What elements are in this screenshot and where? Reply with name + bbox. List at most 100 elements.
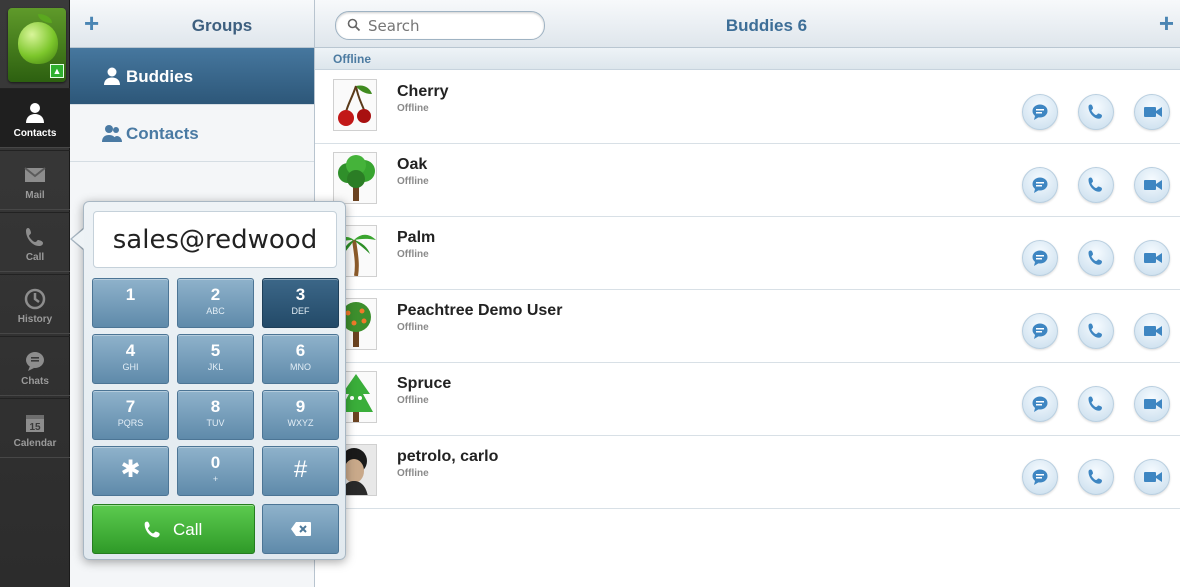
buddy-list: Cherry Offline Oak Offline Palm Offline … <box>315 71 1180 509</box>
key-hash[interactable]: # <box>262 446 339 496</box>
buddy-row[interactable]: Palm Offline <box>315 217 1180 290</box>
rail-item-contacts[interactable]: Contacts <box>0 88 70 148</box>
chat-bubble-icon <box>1032 177 1048 193</box>
person-icon <box>26 103 44 123</box>
buddy-status: Offline <box>397 249 429 260</box>
buddy-row[interactable]: Peachtree Demo User Offline <box>315 290 1180 363</box>
rail-item-call[interactable]: Call <box>0 212 70 272</box>
video-call-button[interactable] <box>1134 386 1170 422</box>
clock-icon <box>24 288 46 310</box>
call-button[interactable]: Call <box>92 504 255 554</box>
key-digit: 0 <box>210 453 221 472</box>
nav-rail: ▲ Contacts Mail Call History Chats 15 Ca… <box>0 0 70 587</box>
buddy-name: Oak <box>397 156 428 173</box>
video-call-button[interactable] <box>1134 167 1170 203</box>
main-header: Buddies 6 + <box>315 0 1180 48</box>
buddy-row[interactable]: Oak Offline <box>315 144 1180 217</box>
rail-item-label: Contacts <box>13 128 57 139</box>
chat-button[interactable] <box>1022 240 1058 276</box>
group-item-label: Buddies <box>126 67 194 86</box>
dial-input[interactable]: sales@redwood <box>93 211 337 268</box>
key-star[interactable]: ✱ <box>92 446 169 496</box>
chat-bubble-icon <box>1032 250 1048 266</box>
key-digit: 4 <box>125 341 136 360</box>
key-digit: 2 <box>210 285 221 304</box>
key-5[interactable]: 5 JKL <box>177 334 254 384</box>
phone-icon <box>1088 323 1102 338</box>
key-9[interactable]: 9 WXYZ <box>262 390 339 440</box>
key-1[interactable]: 1 <box>92 278 169 328</box>
video-camera-icon <box>1144 180 1162 190</box>
user-avatar[interactable]: ▲ <box>8 8 66 82</box>
rail-item-mail[interactable]: Mail <box>0 150 70 210</box>
chat-bubble-icon <box>1032 104 1048 120</box>
video-camera-icon <box>1144 253 1162 263</box>
phone-icon <box>1088 469 1102 484</box>
app-window: ▲ Contacts Mail Call History Chats 15 Ca… <box>0 0 1180 587</box>
video-camera-icon <box>1144 399 1162 409</box>
key-letters: MNO <box>290 362 311 372</box>
key-3[interactable]: 3 DEF <box>262 278 339 328</box>
key-6[interactable]: 6 MNO <box>262 334 339 384</box>
mail-icon <box>24 167 46 182</box>
rail-item-label: Calendar <box>13 438 57 449</box>
apple-image <box>18 22 58 64</box>
call-button[interactable] <box>1078 459 1114 495</box>
chat-bubble-icon <box>1032 396 1048 412</box>
call-button[interactable] <box>1078 313 1114 349</box>
chat-button[interactable] <box>1022 313 1058 349</box>
video-call-button[interactable] <box>1134 240 1170 276</box>
buddy-row[interactable]: Cherry Offline <box>315 71 1180 144</box>
call-button[interactable] <box>1078 167 1114 203</box>
person-icon <box>104 67 120 85</box>
video-call-button[interactable] <box>1134 313 1170 349</box>
key-digit: # <box>293 456 308 483</box>
chat-bubble-icon <box>26 352 44 371</box>
video-call-button[interactable] <box>1134 459 1170 495</box>
key-letters: ABC <box>206 306 225 316</box>
rail-item-chats[interactable]: Chats <box>0 336 70 396</box>
chat-bubble-icon <box>1032 323 1048 339</box>
rail-item-history[interactable]: History <box>0 274 70 334</box>
chat-button[interactable] <box>1022 167 1058 203</box>
buddy-row[interactable]: petrolo, carlo Offline <box>315 436 1180 509</box>
key-digit: ✱ <box>120 456 141 483</box>
phone-icon <box>144 521 160 538</box>
buddy-name: Palm <box>397 229 436 246</box>
buddy-avatar <box>333 79 377 131</box>
buddy-row[interactable]: Spruce Offline <box>315 363 1180 436</box>
key-0[interactable]: 0 + <box>177 446 254 496</box>
group-item-contacts[interactable]: Contacts <box>70 105 314 162</box>
video-camera-icon <box>1144 107 1162 117</box>
rail-item-calendar[interactable]: 15 Calendar <box>0 398 70 458</box>
key-letters: TUV <box>206 418 225 428</box>
buddy-name: Cherry <box>397 83 449 100</box>
buddy-name: petrolo, carlo <box>397 448 499 465</box>
key-4[interactable]: 4 GHI <box>92 334 169 384</box>
dialer-popover: sales@redwood 1 2 ABC 3 DEF 4 GHI 5 JKL 6 MNO… <box>83 201 346 560</box>
key-2[interactable]: 2 ABC <box>177 278 254 328</box>
buddy-status: Offline <box>397 322 429 333</box>
phone-icon <box>1088 396 1102 411</box>
key-7[interactable]: 7 PQRS <box>92 390 169 440</box>
video-call-button[interactable] <box>1134 94 1170 130</box>
key-8[interactable]: 8 TUV <box>177 390 254 440</box>
call-button[interactable] <box>1078 240 1114 276</box>
rail-item-label: History <box>17 314 53 325</box>
call-button[interactable] <box>1078 94 1114 130</box>
key-digit: 1 <box>125 285 136 304</box>
chat-button[interactable] <box>1022 94 1058 130</box>
key-letters: JKL <box>207 362 224 372</box>
phone-icon <box>1088 250 1102 265</box>
chat-button[interactable] <box>1022 386 1058 422</box>
key-letters: WXYZ <box>287 418 314 428</box>
add-buddy-button[interactable]: + <box>1159 10 1174 36</box>
chat-button[interactable] <box>1022 459 1058 495</box>
groups-header: + Groups <box>70 0 314 48</box>
buddy-avatar <box>333 152 377 204</box>
key-letters: GHI <box>122 362 139 372</box>
call-button[interactable] <box>1078 386 1114 422</box>
rail-item-label: Chats <box>21 376 49 387</box>
group-item-buddies[interactable]: Buddies <box>70 48 314 105</box>
backspace-button[interactable] <box>262 504 339 554</box>
